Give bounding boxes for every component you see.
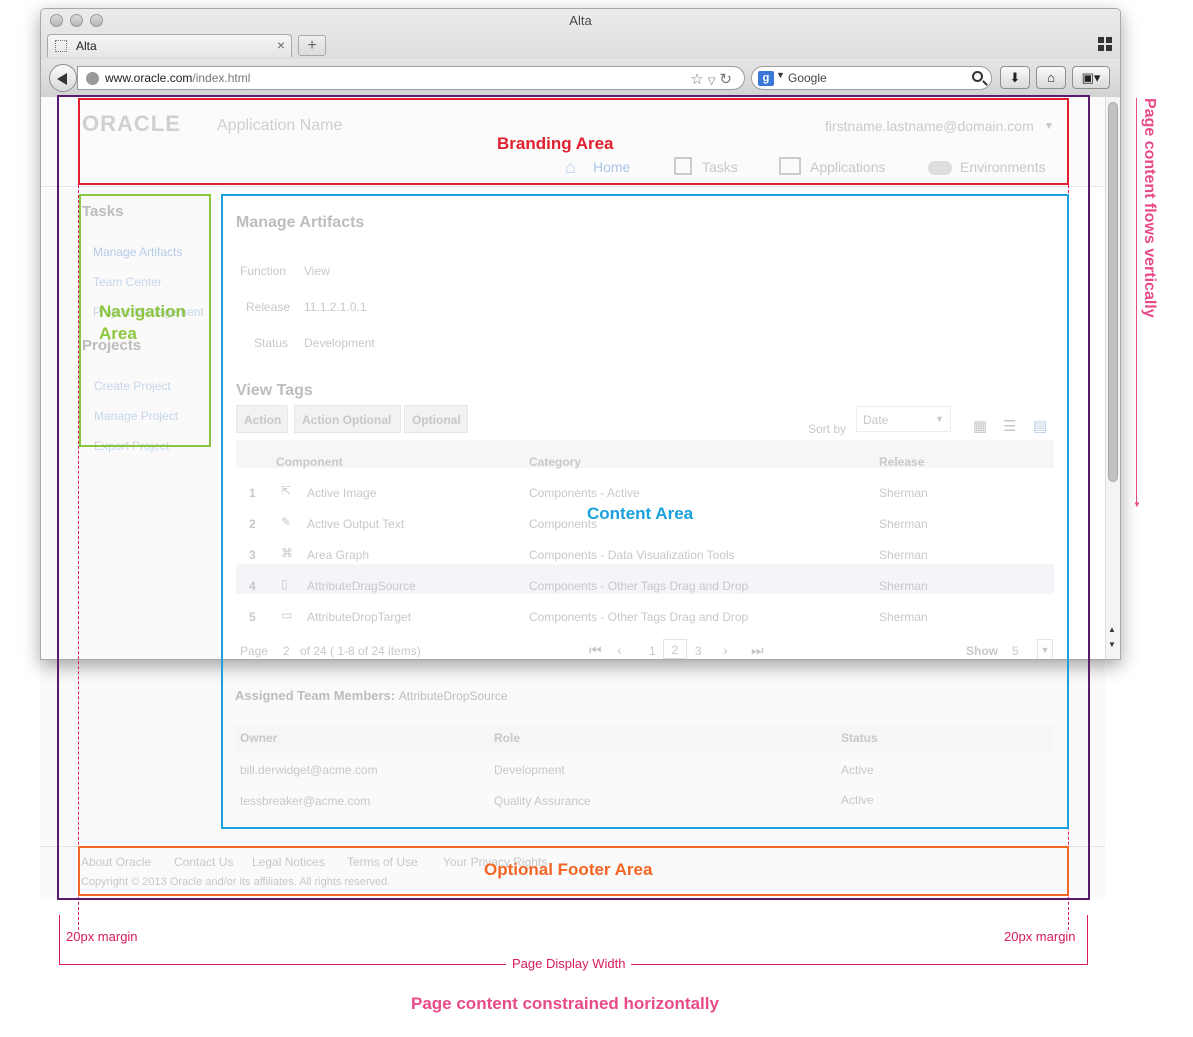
search-icon[interactable] — [972, 71, 983, 82]
bookmark-icon: ▣▾ — [1081, 70, 1101, 85]
footer-area-label: Optional Footer Area — [484, 860, 653, 879]
scroll-down-icon[interactable]: ▼ — [1108, 640, 1116, 649]
left-margin-label: 20px margin — [66, 929, 138, 944]
vertical-flow-line — [1136, 98, 1137, 504]
branding-area-label: Branding Area — [497, 134, 614, 153]
constrained-horizontally-label: Page content constrained horizontally — [411, 994, 719, 1013]
home-button[interactable]: ⌂ — [1036, 66, 1066, 89]
download-button[interactable]: ⬇ — [1000, 66, 1030, 89]
tab-groups-icon[interactable] — [1098, 37, 1112, 51]
back-button[interactable] — [49, 64, 77, 92]
google-logo-icon[interactable]: g — [758, 71, 774, 86]
vertical-flow-label: Page content flows vertically — [1141, 98, 1158, 318]
url-text: www.oracle.com/index.html — [105, 71, 251, 85]
scroll-thumb[interactable] — [1108, 102, 1118, 482]
search-bar[interactable]: g ▼ Google — [751, 66, 992, 90]
page-display-width-label: Page Display Width — [506, 956, 632, 971]
globe-icon — [86, 72, 99, 85]
browser-tab[interactable]: Alta × — [47, 34, 292, 57]
reload-icon[interactable]: ↻ — [719, 71, 736, 88]
tab-close-icon[interactable]: × — [277, 37, 285, 53]
url-actions: ☆▽↻ — [690, 70, 736, 88]
window-title: Alta — [569, 13, 592, 28]
right-margin-label: 20px margin — [1004, 929, 1076, 944]
width-bracket-right — [1087, 915, 1088, 965]
download-arrow-icon: ⬇ — [1009, 70, 1021, 85]
vertical-flow-arrow-icon: ▼ — [1133, 500, 1141, 509]
new-tab-button[interactable]: + — [298, 35, 326, 56]
engine-dropdown-icon[interactable]: ▼ — [776, 70, 785, 80]
navigation-toolbar: www.oracle.com/index.html ☆▽↻ g ▼ Google… — [41, 59, 1120, 97]
house-icon: ⌂ — [1047, 70, 1055, 85]
address-bar[interactable]: www.oracle.com/index.html ☆▽↻ — [77, 66, 745, 90]
bookmark-star-icon[interactable]: ☆ — [690, 71, 707, 88]
width-bracket-left — [59, 915, 60, 965]
bookmarks-menu-button[interactable]: ▣▾ — [1072, 66, 1110, 89]
title-bar: Alta Alta × + www.oracle.com/index.html … — [41, 9, 1120, 97]
navigation-area-label: Navigation Area — [99, 302, 186, 343]
blank-page-icon — [55, 40, 67, 52]
scroll-up-icon[interactable]: ▲ — [1108, 625, 1116, 634]
history-dropdown-icon[interactable]: ▽ — [708, 76, 720, 87]
tab-label: Alta — [76, 39, 97, 53]
search-input[interactable]: Google — [788, 71, 827, 85]
vertical-scrollbar[interactable]: ▲ ▼ — [1105, 97, 1120, 659]
content-area-label: Content Area — [587, 504, 694, 523]
